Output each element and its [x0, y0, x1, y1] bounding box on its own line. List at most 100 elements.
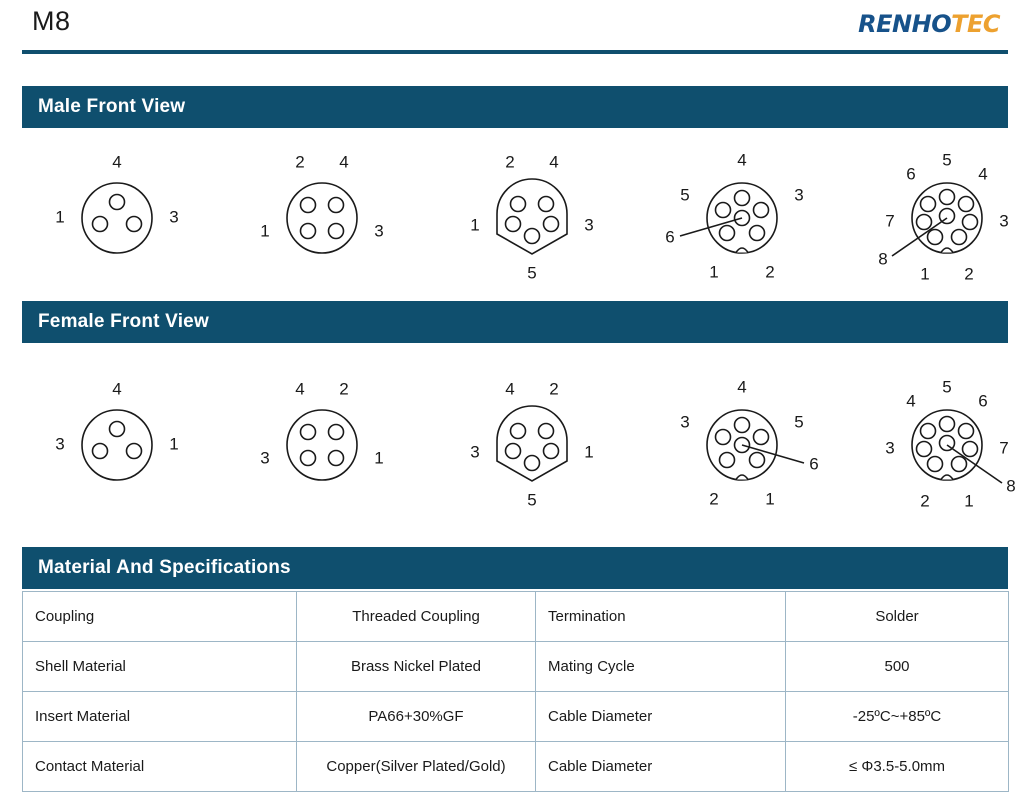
pin-label-bottom: 5 [527, 490, 536, 508]
section-title-specs: Material And Specifications [38, 557, 291, 578]
pin-label-upper-right: 4 [549, 152, 558, 171]
pin-label-upper-left: 2 [295, 152, 304, 171]
section-title-male: Male Front View [38, 96, 186, 117]
pin-label-center: 8 [1006, 476, 1015, 495]
pin-label-upper-right: 3 [794, 185, 803, 204]
section-header-female: Female Front View [22, 301, 1008, 343]
spec-value: PA66+30%GF [296, 691, 536, 742]
pin-label-lower-left: 2 [709, 489, 718, 508]
section-header-male: Male Front View [22, 86, 1008, 128]
spec-value: ≤ Φ3.5-5.0mm [785, 741, 1009, 792]
spec-label: Termination [535, 591, 786, 642]
male-connector-5pin: 2 4 1 3 5 [437, 146, 637, 281]
male-connector-8pin: 5 6 4 7 3 1 2 8 [852, 146, 1030, 281]
pin-label-left: 1 [470, 215, 479, 234]
section-header-specs: Material And Specifications [22, 547, 1008, 589]
pin-label-left: 1 [55, 207, 64, 226]
pin-label-right: 3 [169, 207, 178, 226]
pin-label-top: 4 [737, 377, 746, 396]
connector-diagram-6pin: 4 5 3 1 2 6 [665, 150, 803, 281]
header-divider [22, 50, 1008, 54]
spec-label: Shell Material [22, 641, 297, 692]
pin-label-upper-left: 4 [505, 379, 514, 398]
female-connector-6pin: 4 3 5 2 1 6 [647, 373, 847, 508]
pin-label-right: 1 [169, 434, 178, 453]
pin-label-lower-right: 2 [964, 264, 973, 281]
pin-label-upper-left: 5 [680, 185, 689, 204]
pin-label-lower-left: 2 [920, 491, 929, 508]
pin-label-left: 3 [885, 438, 894, 457]
pin-label-top: 4 [112, 379, 121, 398]
pin-label-upper-right: 2 [549, 379, 558, 398]
connector-diagram-6pin: 4 3 5 2 1 6 [680, 377, 818, 508]
pin-label-bottom: 5 [527, 263, 536, 281]
female-connector-row: 4 3 1 4 2 3 1 4 2 3 1 5 4 3 5 2 1 6 5 4 6 3 7 2 1 8 [22, 373, 1015, 508]
male-connector-6pin: 4 5 3 1 2 6 [647, 146, 847, 281]
spec-value: 500 [785, 641, 1009, 692]
brand-logo-primary: RENHO [858, 10, 952, 38]
connector-diagram-5pin: 2 4 1 3 5 [470, 152, 593, 281]
female-connector-8pin: 5 4 6 3 7 2 1 8 [852, 373, 1030, 508]
connector-diagram-3pin: 4 3 1 [55, 379, 179, 481]
pin-label-upper-left: 2 [505, 152, 514, 171]
pin-label-upper-left: 4 [906, 391, 915, 410]
connector-diagram-8pin: 5 4 6 3 7 2 1 8 [885, 377, 1015, 508]
pin-label-lower-right: 1 [964, 491, 973, 508]
pin-label-center: 6 [809, 454, 818, 473]
table-row: Contact Material Copper(Silver Plated/Gol… [22, 741, 1009, 792]
pin-label-right: 1 [584, 442, 593, 461]
pin-label-right: 7 [999, 438, 1008, 457]
connector-diagram-8pin: 5 6 4 7 3 1 2 8 [878, 150, 1008, 281]
pin-label-left: 7 [885, 211, 894, 230]
spec-value: -25ºC~+85ºC [785, 691, 1009, 742]
spec-label: Cable Diameter [535, 691, 786, 742]
pin-label-right: 3 [999, 211, 1008, 230]
page-title: M8 [32, 6, 71, 36]
male-connector-row: 4 1 3 2 4 1 3 2 4 1 3 5 4 5 3 1 2 6 5 6 4 7 3 1 2 8 [22, 146, 1008, 281]
female-connector-3pin: 4 3 1 [22, 373, 222, 508]
pin-label-center: 8 [878, 249, 887, 268]
pin-label-lower-left: 1 [920, 264, 929, 281]
pin-label-top: 4 [737, 150, 746, 169]
spec-label: Mating Cycle [535, 641, 786, 692]
pin-label-left: 1 [260, 221, 269, 240]
pin-label-upper-right: 5 [794, 412, 803, 431]
specifications-table: Coupling Threaded Coupling Termination Sold… [22, 591, 1009, 792]
spec-value: Brass Nickel Plated [296, 641, 536, 692]
pin-label-right: 3 [374, 221, 383, 240]
spec-value: Threaded Coupling [296, 591, 536, 642]
pin-label-upper-left: 4 [295, 379, 304, 398]
pin-label-top: 4 [112, 152, 121, 171]
spec-value: Copper(Silver Plated/Gold) [296, 741, 536, 792]
pin-label-upper-right: 6 [978, 391, 987, 410]
pin-label-lower-right: 2 [765, 262, 774, 281]
pin-label-left: 3 [55, 434, 64, 453]
pin-label-lower-right: 1 [765, 489, 774, 508]
male-connector-3pin: 4 1 3 [22, 146, 222, 281]
table-row: Insert Material PA66+30%GF Cable Diameter -… [22, 691, 1009, 742]
pin-label-upper-right: 2 [339, 379, 348, 398]
spec-label: Contact Material [22, 741, 297, 792]
brand-logo: RENHOTEC [858, 10, 1000, 38]
pin-label-center: 6 [665, 227, 674, 246]
table-row: Shell Material Brass Nickel Plated Mating … [22, 641, 1009, 692]
pin-label-right: 1 [374, 448, 383, 467]
connector-diagram-5pin: 4 2 3 1 5 [470, 379, 593, 508]
table-row: Coupling Threaded Coupling Termination Sold… [22, 591, 1009, 642]
female-connector-5pin: 4 2 3 1 5 [437, 373, 637, 508]
connector-diagram-3pin: 4 1 3 [55, 152, 179, 254]
connector-diagram-4pin: 4 2 3 1 [260, 379, 384, 481]
pin-label-right: 3 [584, 215, 593, 234]
pin-label-upper-right: 4 [978, 164, 987, 183]
pin-label-upper-right: 4 [339, 152, 348, 171]
spec-value: Solder [785, 591, 1009, 642]
pin-label-lower-left: 1 [709, 262, 718, 281]
connector-diagram-4pin: 2 4 1 3 [260, 152, 384, 254]
page-header: M8 RENHOTEC [0, 0, 1030, 56]
female-connector-4pin: 4 2 3 1 [227, 373, 427, 508]
spec-label: Cable Diameter [535, 741, 786, 792]
pin-label-upper-left: 3 [680, 412, 689, 431]
pin-label-left: 3 [470, 442, 479, 461]
pin-label-left: 3 [260, 448, 269, 467]
section-title-female: Female Front View [38, 311, 209, 332]
